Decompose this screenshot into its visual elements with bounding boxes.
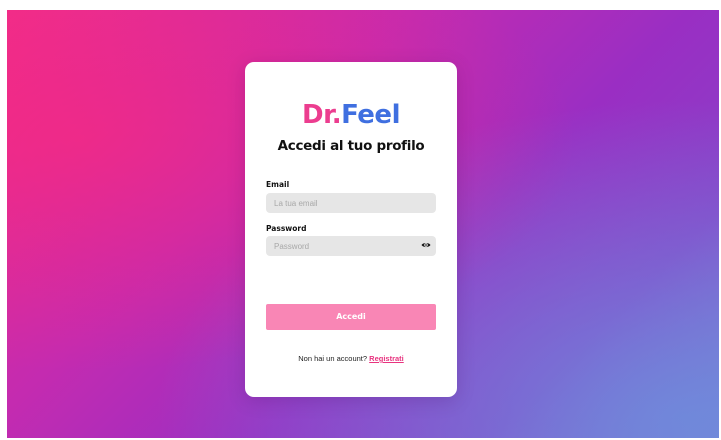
submit-button[interactable]: Accedi [266,304,436,330]
logo-dr: Dr. [302,100,342,130]
password-label: Password [266,224,307,233]
signup-row: Non hai un account? Registrati [245,354,457,363]
password-field[interactable] [266,236,436,256]
page-title: Accedi al tuo profilo [277,138,425,154]
signup-link[interactable]: Registrati [369,354,404,363]
signup-prompt: Non hai un account? [298,354,368,363]
logo-feel: Feel [341,100,400,130]
eye-icon[interactable] [421,241,431,249]
logo: Dr.Feel [245,100,457,130]
email-field[interactable] [266,193,436,213]
email-label: Email [266,180,290,189]
